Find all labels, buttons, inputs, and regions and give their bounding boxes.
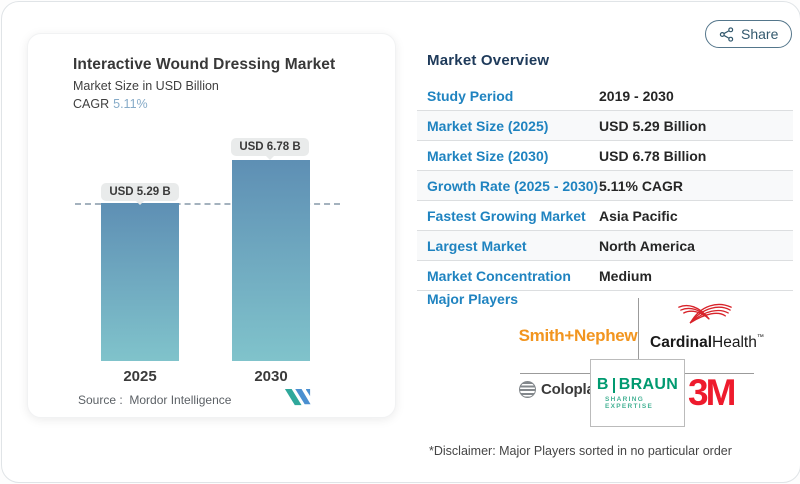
table-row: Largest MarketNorth America [417,231,793,261]
disclaimer-text: *Disclaimer: Major Players sorted in no … [429,444,732,458]
row-value: 5.11% CAGR [599,178,683,194]
cardinal-bird-icon [676,296,734,328]
chart-panel: Interactive Wound Dressing Market Market… [27,33,396,418]
share-icon [719,27,734,42]
table-row: Growth Rate (2025 - 2030)5.11% CAGR [417,171,793,201]
overview-heading: Market Overview [427,52,549,69]
row-value: North America [599,238,695,254]
row-value: USD 5.29 Billion [599,118,706,134]
b-braun-tagline: SHARING EXPERTISE [605,396,684,410]
x-axis-label-2030: 2030 [232,368,310,385]
mordor-intelligence-logo-icon [284,388,311,407]
table-row: Study Period2019 - 2030 [417,81,793,111]
x-axis-label-2025: 2025 [101,368,179,385]
chart-subtitle: Market Size in USD Billion [73,79,219,93]
row-label: Market Size (2030) [417,148,599,164]
coloplast-globe-icon [519,381,536,398]
source-name: Mordor Intelligence [129,393,231,407]
b-braun-logo: BBRAUN SHARING EXPERTISE [590,359,685,427]
row-label: Market Concentration [417,268,599,284]
cardinal-health-wordmark: CardinalHealth™ [650,334,760,352]
row-value: 2019 - 2030 [599,88,674,104]
bar-2030 [232,160,310,361]
market-report-card: Interactive Wound Dressing Market Market… [1,1,800,483]
table-row: Market ConcentrationMedium [417,261,793,291]
row-label: Largest Market [417,238,599,254]
row-label: Study Period [417,88,599,104]
table-row: Market Size (2030)USD 6.78 Billion [417,141,793,171]
row-label: Market Size (2025) [417,118,599,134]
row-value: USD 6.78 Billion [599,148,706,164]
source-attribution: Source : Mordor Intelligence [78,393,231,407]
label-notch [135,200,145,205]
bar-label-2025: USD 5.29 B [101,183,179,201]
bar-label-2025-text: USD 5.29 B [109,186,170,198]
share-button-label: Share [741,26,778,42]
row-value: Medium [599,268,652,284]
three-m-logo: 3M [688,374,733,411]
cagr-value: 5.11% [113,97,148,111]
smith-nephew-logo: Smith+Nephew [518,326,638,346]
row-value: Asia Pacific [599,208,678,224]
share-button[interactable]: Share [705,20,792,48]
row-label: Fastest Growing Market [417,208,599,224]
players-grid-vertical-divider [638,298,639,359]
b-braun-wordmark: BBRAUN [597,376,678,394]
b-braun-separator [613,378,615,393]
overview-table: Study Period2019 - 2030 Market Size (202… [417,81,793,291]
row-label: Growth Rate (2025 - 2030) [417,178,599,194]
chart-title: Interactive Wound Dressing Market [73,56,335,74]
bar-2025 [101,203,179,361]
table-row: Fastest Growing MarketAsia Pacific [417,201,793,231]
major-players-label: Major Players [427,291,518,307]
table-row: Market Size (2025)USD 5.29 Billion [417,111,793,141]
bar-label-2030-text: USD 6.78 B [239,141,300,153]
label-notch [265,155,275,160]
cagr-label: CAGR [73,97,109,111]
bar-label-2030: USD 6.78 B [231,138,309,156]
chart-cagr: CAGR 5.11% [73,97,148,111]
source-label: Source : [78,393,123,407]
cardinal-health-logo: CardinalHealth™ [650,296,760,352]
